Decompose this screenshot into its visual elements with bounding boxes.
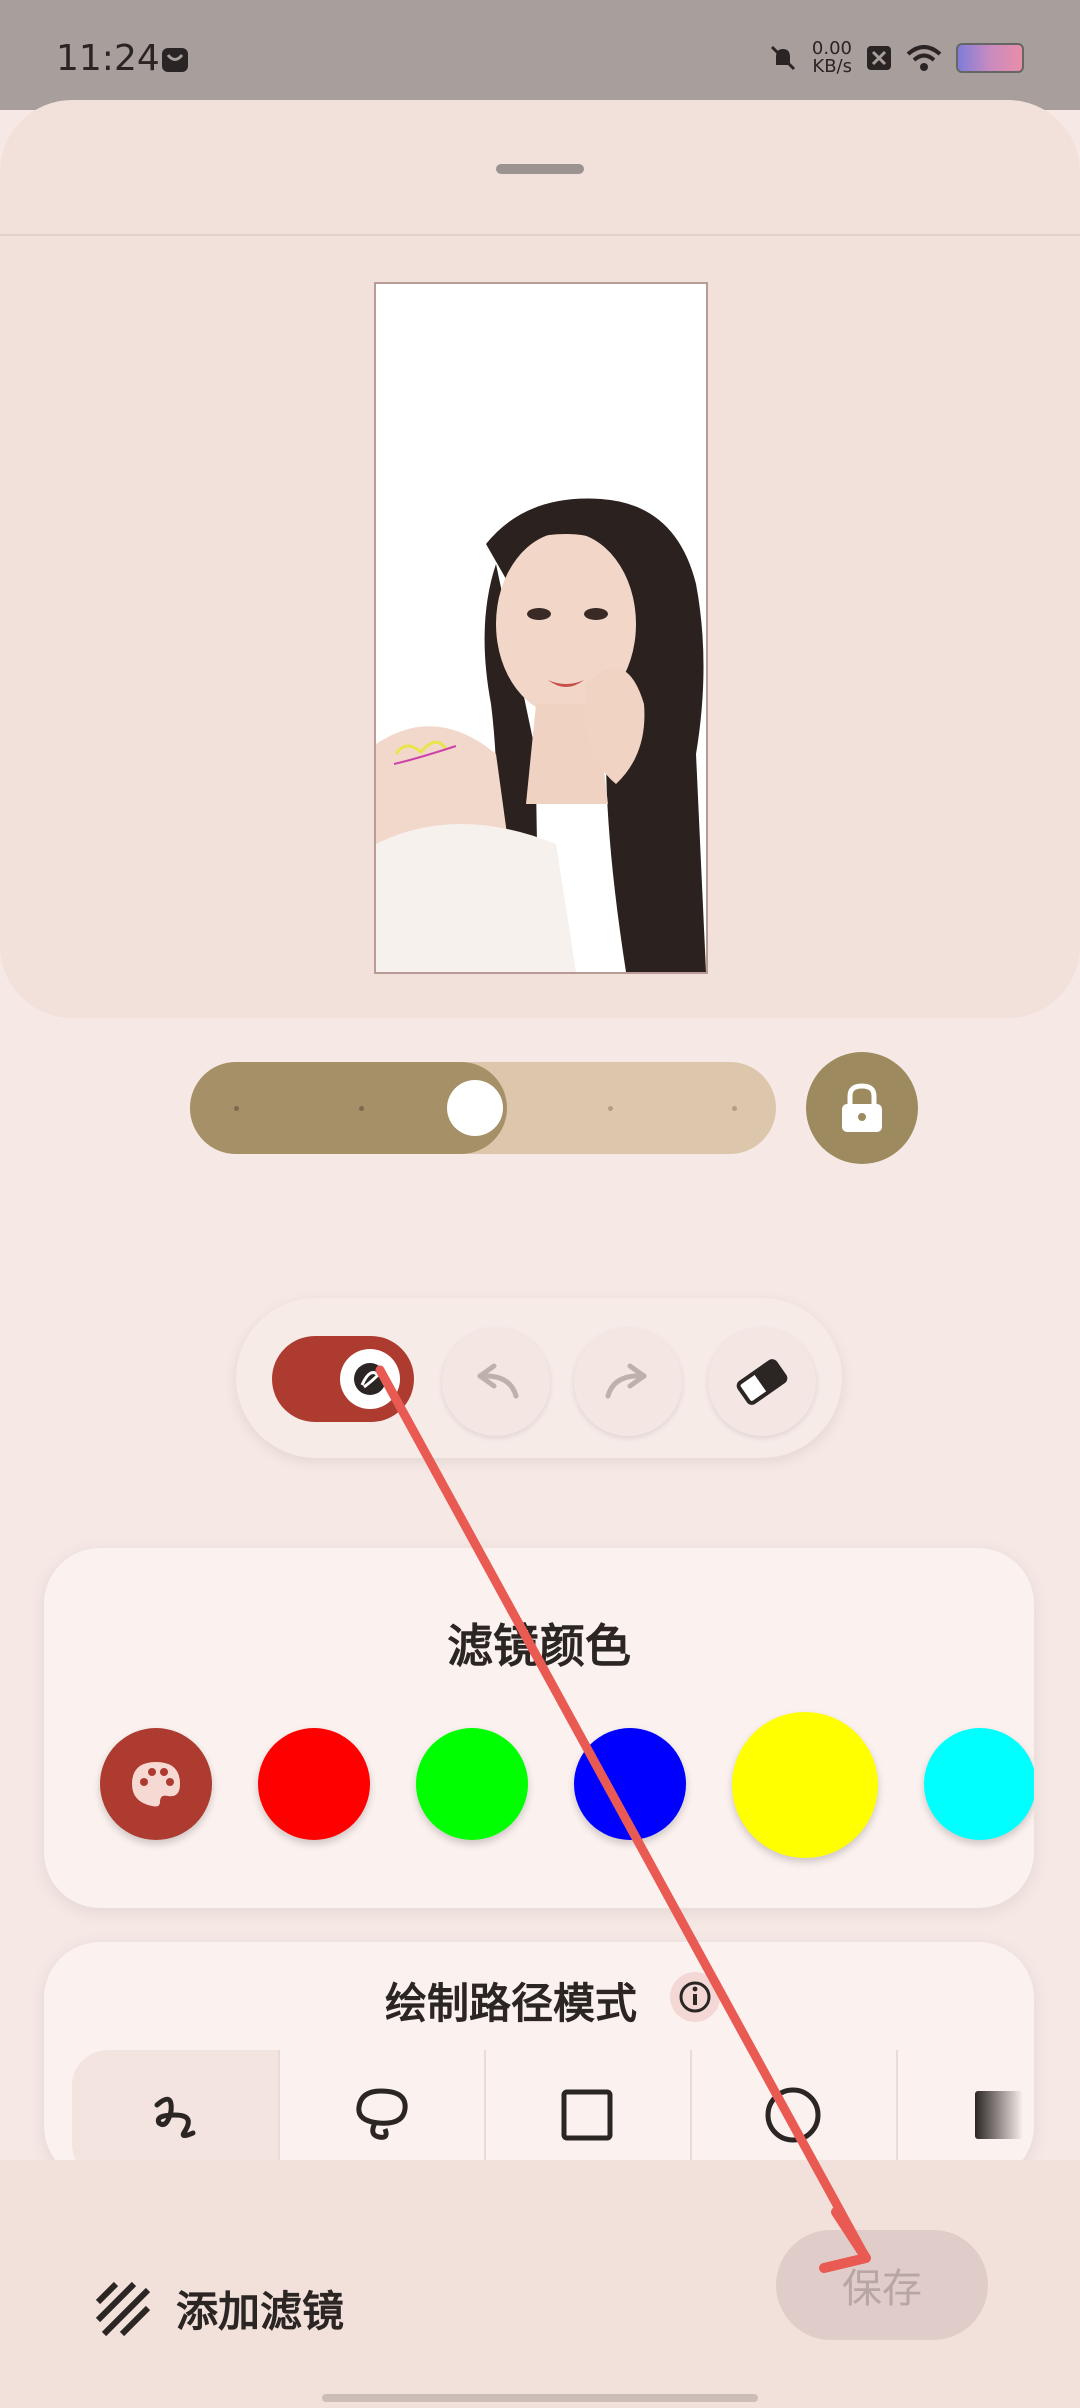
circle-icon xyxy=(765,2087,821,2143)
net-speed: 0.00 KB/s xyxy=(811,38,852,77)
yellow-swatch[interactable] xyxy=(732,1712,878,1858)
redo-icon xyxy=(605,1363,647,1399)
slider-step-dot xyxy=(608,1106,613,1111)
lasso-icon xyxy=(356,2088,408,2140)
save-button[interactable]: 保存 xyxy=(776,2230,988,2340)
gradient-icon xyxy=(975,2091,1023,2139)
red-swatch[interactable] xyxy=(258,1728,370,1840)
cyan-swatch[interactable] xyxy=(924,1728,1034,1840)
preview-sheet xyxy=(0,100,1080,1018)
sim-off-icon xyxy=(867,46,891,70)
filter-color-title: 滤镜颜色 xyxy=(447,1619,631,1673)
mute-bell-icon xyxy=(770,45,795,71)
draw-path-title: 绘制路径模式 xyxy=(384,1979,637,2028)
brush-icon xyxy=(354,1363,386,1395)
image-preview[interactable] xyxy=(374,282,708,974)
drawing-toolbar xyxy=(236,1298,842,1458)
stripes-icon xyxy=(96,2281,150,2336)
rectangle-icon xyxy=(561,2089,613,2141)
slider-step-dot xyxy=(732,1106,737,1111)
battery-icon xyxy=(956,43,1024,73)
palette-swatch[interactable] xyxy=(100,1728,212,1840)
status-bar: 11:24 0.00 KB/s xyxy=(0,0,1080,110)
eraser-icon xyxy=(736,1359,788,1405)
filter-color-card: 滤镜颜色 xyxy=(44,1548,1034,1908)
blue-swatch[interactable] xyxy=(574,1728,686,1840)
draw-mode-toggle[interactable] xyxy=(272,1336,414,1422)
eraser-button[interactable] xyxy=(708,1328,816,1436)
lock-button[interactable] xyxy=(806,1052,918,1164)
redo-button[interactable] xyxy=(574,1328,682,1436)
undo-button[interactable] xyxy=(442,1328,550,1436)
sheet-divider xyxy=(0,234,1080,236)
add-filter-button[interactable]: 添加滤镜 xyxy=(96,2278,344,2339)
portrait-image xyxy=(376,284,706,972)
info-icon[interactable] xyxy=(670,1972,720,2022)
undo-icon xyxy=(477,1363,519,1399)
toggle-knob xyxy=(340,1349,400,1409)
status-time: 11:24 xyxy=(56,38,160,79)
slider-step-dot xyxy=(234,1106,239,1111)
drag-handle[interactable] xyxy=(496,164,584,174)
home-indicator[interactable] xyxy=(322,2394,758,2402)
green-swatch[interactable] xyxy=(416,1728,528,1840)
freehand-icon xyxy=(154,2096,196,2139)
lock-icon xyxy=(842,1083,882,1132)
add-filter-label: 添加滤镜 xyxy=(176,2287,345,2336)
bottom-bar: 添加滤镜 保存 xyxy=(0,2160,1080,2408)
notification-icon xyxy=(162,48,188,72)
palette-icon xyxy=(132,1762,180,1807)
slider-step-dot xyxy=(359,1106,364,1111)
wifi-icon xyxy=(906,45,942,71)
draw-path-card: 绘制路径模式 xyxy=(44,1942,1034,2182)
slider-thumb[interactable] xyxy=(447,1080,503,1136)
brush-size-slider[interactable] xyxy=(190,1062,776,1154)
